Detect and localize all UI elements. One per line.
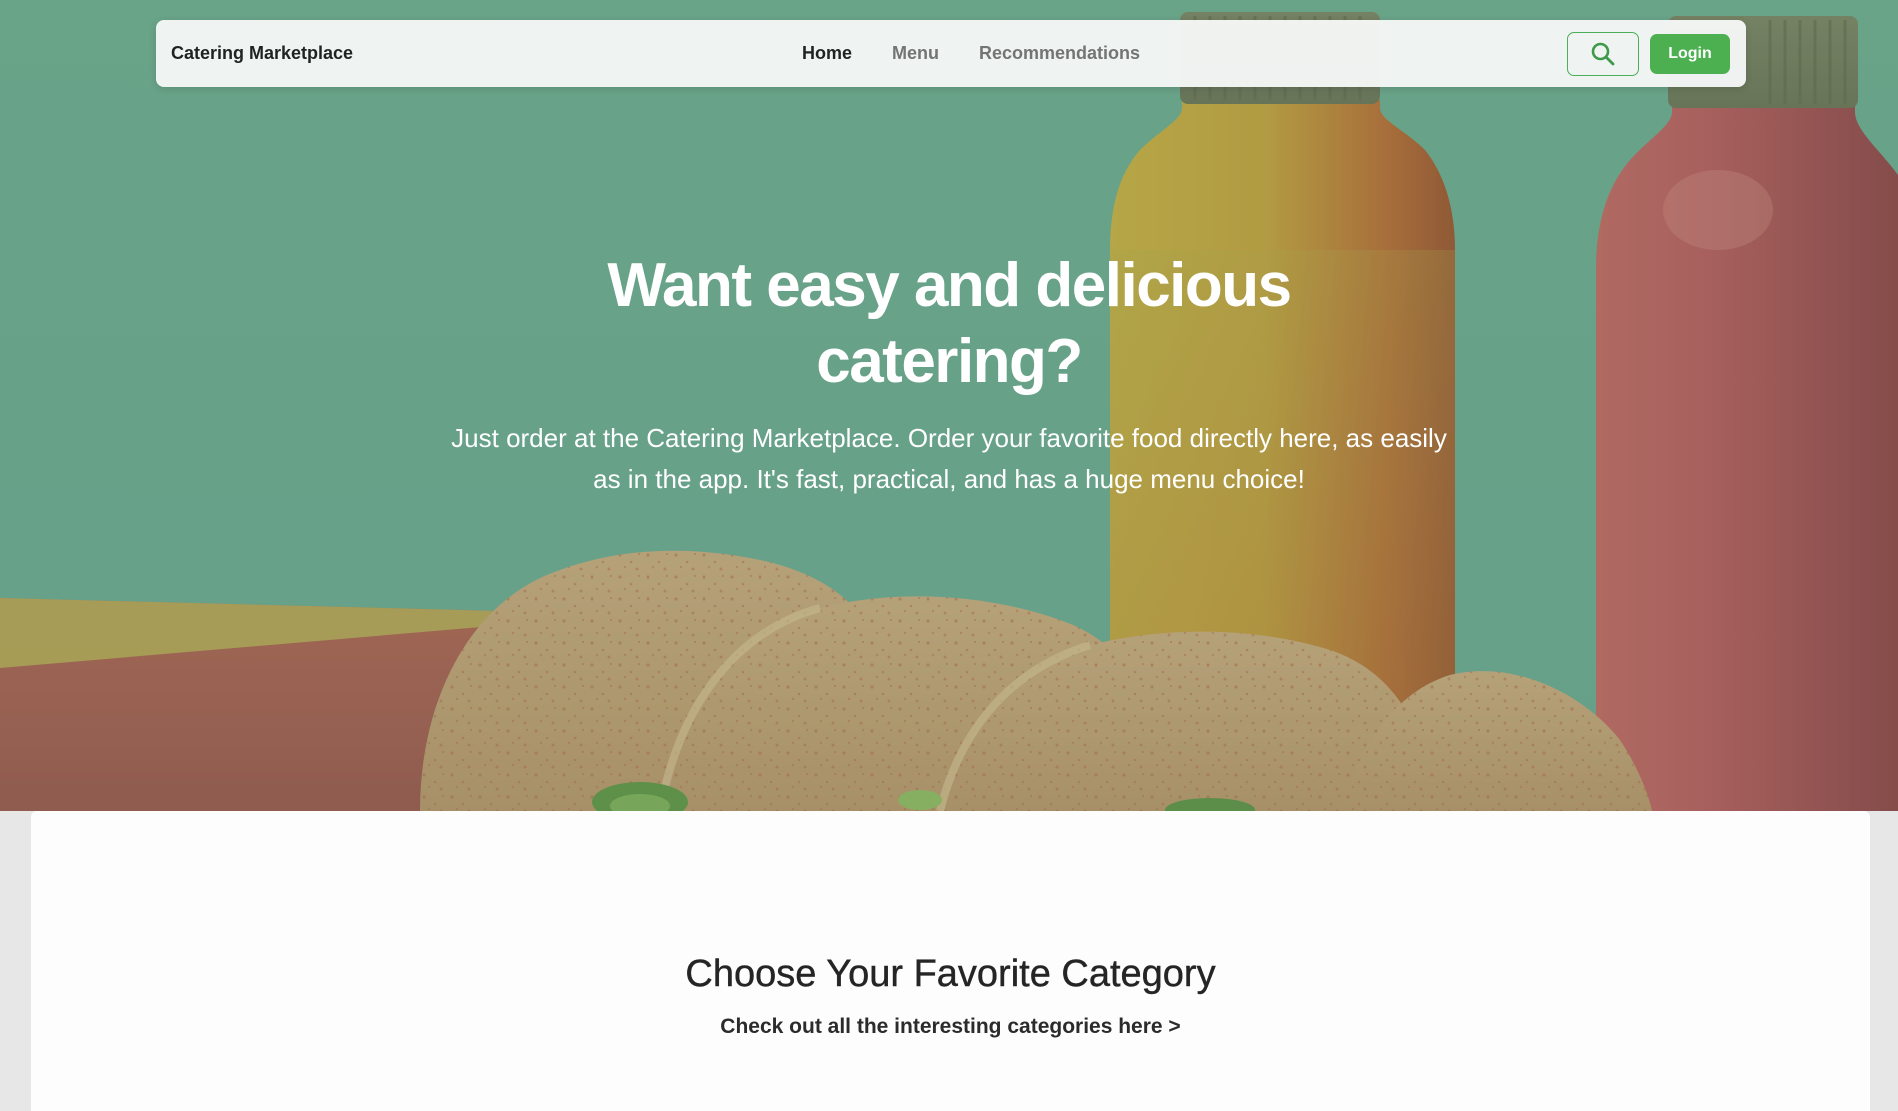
hero-title: Want easy and delicious catering? <box>607 251 1292 396</box>
top-navbar: Catering Marketplace Home Menu Recommend… <box>156 20 1746 87</box>
nav-links: Home Menu Recommendations <box>802 20 1140 87</box>
hero-subtitle: Just order at the Catering Marketplace. … <box>451 423 1447 494</box>
hero-background-image <box>0 0 1898 811</box>
section-title: Choose Your Favorite Category <box>685 953 1216 995</box>
nav-link-menu[interactable]: Menu <box>892 43 939 64</box>
nav-link-home[interactable]: Home <box>802 43 852 64</box>
login-button[interactable]: Login <box>1650 34 1730 74</box>
hero-banner: Catering Marketplace Home Menu Recommend… <box>0 0 1898 811</box>
nav-link-recommendations[interactable]: Recommendations <box>979 43 1140 64</box>
category-section: Choose Your Favorite Category Check out … <box>31 811 1870 1111</box>
brand-logo-text[interactable]: Catering Marketplace <box>171 20 353 87</box>
search-icon <box>1591 42 1615 66</box>
categories-link[interactable]: Check out all the interesting categories… <box>31 1015 1870 1039</box>
search-button[interactable] <box>1567 32 1639 76</box>
